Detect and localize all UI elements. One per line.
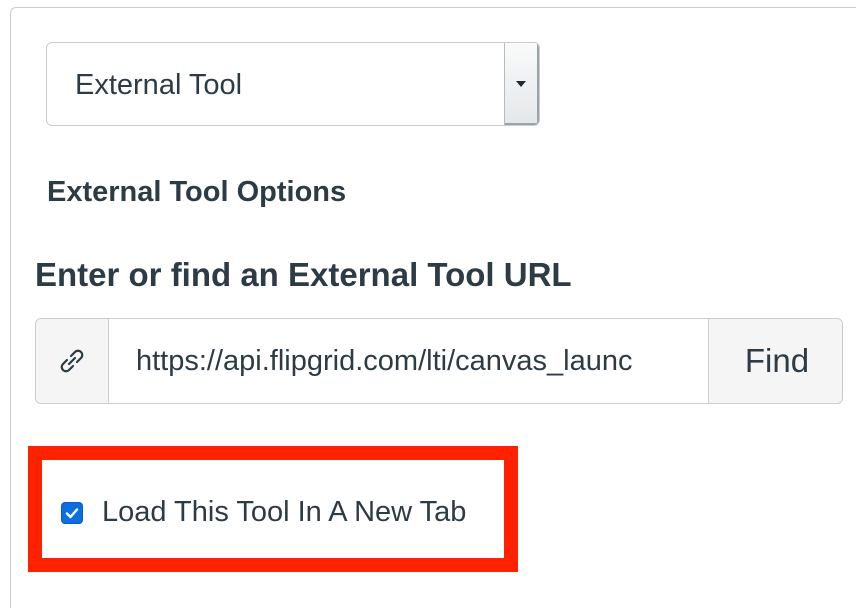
external-tool-url-label: Enter or find an External Tool URL: [35, 256, 572, 293]
external-tool-url-group: https://api.flipgrid.com/lti/canvas_laun…: [35, 318, 843, 404]
new-tab-checkbox-label[interactable]: Load This Tool In A New Tab: [102, 494, 466, 530]
dropdown-toggle[interactable]: [504, 43, 539, 125]
url-addon: [36, 319, 109, 403]
new-tab-checkbox[interactable]: [61, 502, 83, 524]
external-tool-options-heading: External Tool Options: [47, 176, 347, 208]
item-type-select[interactable]: External Tool: [46, 42, 540, 126]
link-icon: [60, 349, 84, 373]
find-button[interactable]: Find: [708, 319, 842, 403]
external-tool-url-input[interactable]: https://api.flipgrid.com/lti/canvas_laun…: [109, 319, 709, 403]
caret-down-icon: [516, 81, 526, 87]
checkmark-icon: [65, 508, 79, 519]
item-type-select-value: External Tool: [75, 69, 243, 101]
